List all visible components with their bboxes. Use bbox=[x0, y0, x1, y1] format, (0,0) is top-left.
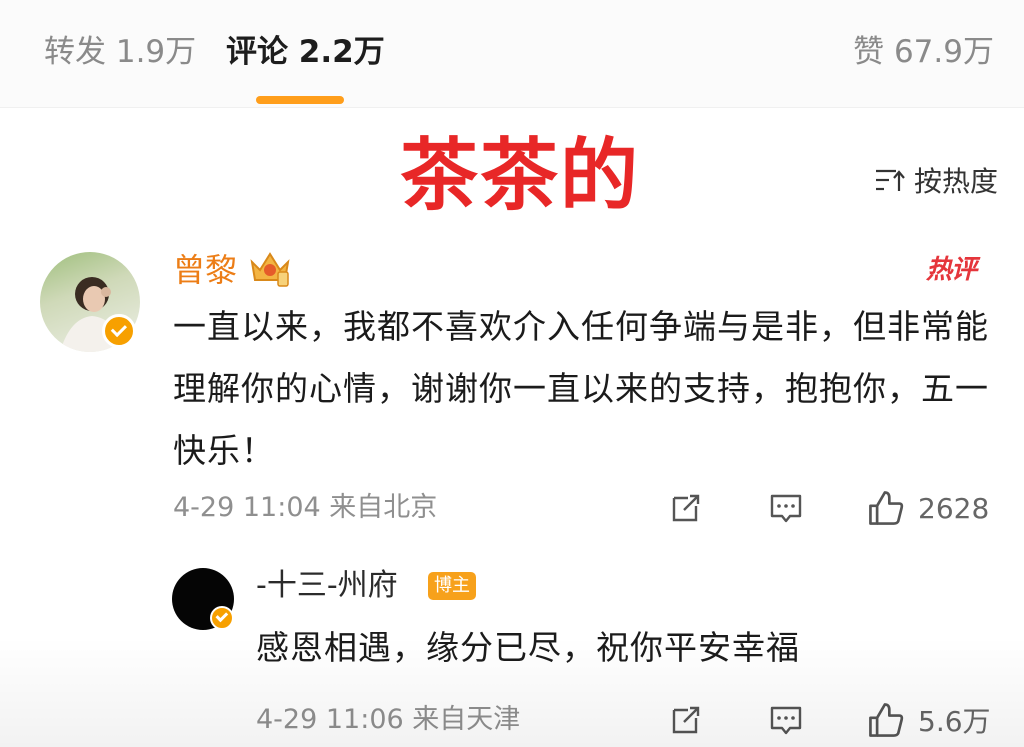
share-icon bbox=[672, 706, 700, 734]
comment-body: 一直以来，我都不喜欢介入任何争端与是非，但非常能理解你的心情，谢谢你一直以来的支… bbox=[173, 307, 989, 470]
reply-meta: 4-29 11:06 来自天津 bbox=[256, 704, 521, 735]
comment-icon bbox=[770, 706, 802, 735]
share-button[interactable] bbox=[668, 490, 704, 526]
tab-like[interactable]: 赞 67.9万 bbox=[853, 32, 994, 72]
reply-share-button[interactable] bbox=[668, 702, 704, 738]
reply-like-button[interactable]: 5.6万 bbox=[866, 700, 991, 740]
tab-bar: 转发 1.9万 评论 2.2万 赞 67.9万 bbox=[0, 0, 1024, 108]
reply-author[interactable]: -十三-州府 bbox=[256, 566, 398, 606]
vip-crown-icon bbox=[250, 252, 290, 287]
blogger-badge: 博主 bbox=[428, 572, 476, 600]
active-tab-indicator bbox=[256, 96, 344, 104]
share-icon bbox=[672, 494, 700, 522]
comment-icon bbox=[770, 494, 802, 523]
hot-comment-tag: 热评 bbox=[925, 255, 977, 285]
reply-like-count: 5.6万 bbox=[918, 705, 991, 738]
reply-button[interactable] bbox=[768, 490, 804, 526]
sort-icon bbox=[875, 169, 905, 191]
comment-meta: 4-29 11:04 来自北京 bbox=[173, 492, 438, 523]
comment-author[interactable]: 曾黎 bbox=[173, 250, 237, 290]
sort-button[interactable]: 按热度 bbox=[874, 160, 998, 200]
tab-repost[interactable]: 转发 1.9万 bbox=[44, 32, 196, 72]
verified-badge-icon bbox=[102, 314, 136, 348]
verified-badge-icon bbox=[210, 606, 234, 630]
reply-comment-button[interactable] bbox=[768, 702, 804, 738]
tab-comment[interactable]: 评论 2.2万 bbox=[226, 32, 385, 72]
thumbs-up-icon bbox=[869, 491, 904, 525]
overlay-caption: 茶茶的 bbox=[400, 131, 641, 221]
thumbs-up-icon bbox=[869, 703, 904, 737]
like-count: 2628 bbox=[918, 491, 990, 525]
reply-body: 感恩相遇，缘分已尽，祝你平安幸福 bbox=[256, 628, 800, 667]
like-button[interactable]: 2628 bbox=[866, 488, 989, 528]
sort-label: 按热度 bbox=[913, 165, 998, 198]
